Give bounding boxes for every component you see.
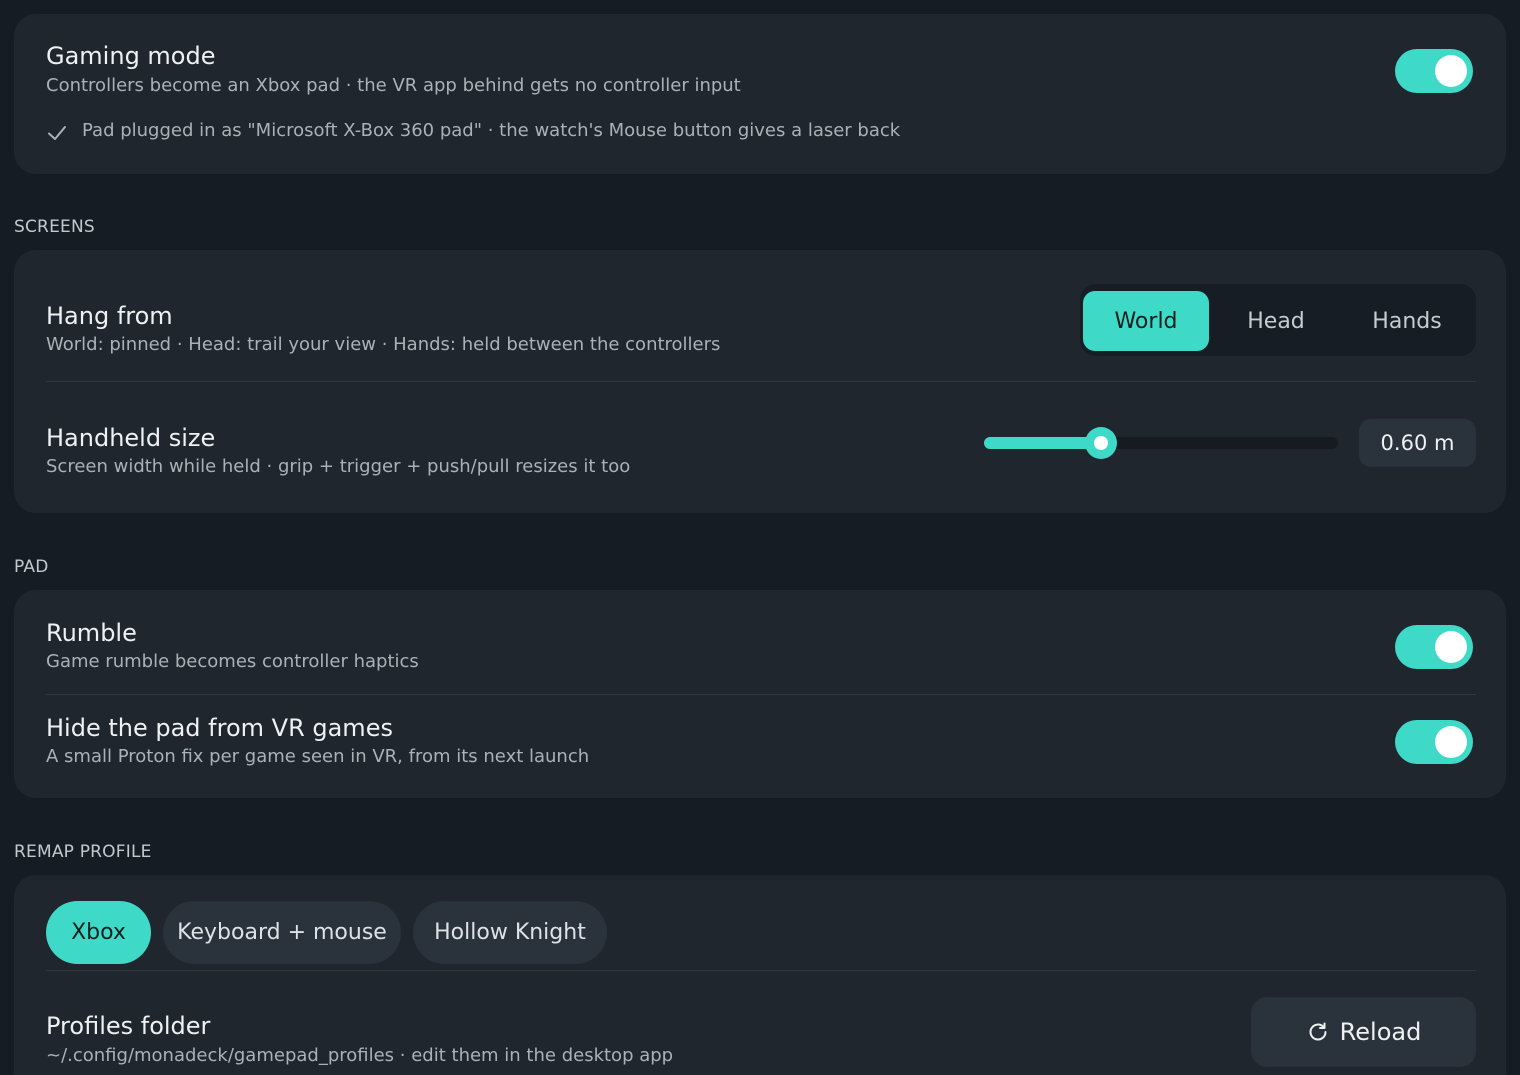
divider <box>46 694 1476 695</box>
remap-profile-card: Xbox Keyboard + mouse Hollow Knight Prof… <box>14 875 1506 1075</box>
gaming-mode-subtitle: Controllers become an Xbox pad · the VR … <box>46 75 741 96</box>
toggle-knob <box>1435 55 1467 87</box>
profile-chip-xbox[interactable]: Xbox <box>46 901 151 964</box>
refresh-icon <box>1309 1022 1327 1041</box>
hang-from-subtitle: World: pinned · Head: trail your view · … <box>46 334 721 355</box>
pad-card: Rumble Game rumble becomes controller ha… <box>14 590 1506 798</box>
profile-chip-hollow-knight[interactable]: Hollow Knight <box>413 901 607 964</box>
hang-from-option-hands[interactable]: Hands <box>1344 291 1470 351</box>
section-label-screens: SCREENS <box>14 217 95 237</box>
rumble-toggle[interactable] <box>1395 625 1473 669</box>
slider-fill <box>984 437 1101 449</box>
gaming-mode-toggle[interactable] <box>1395 49 1473 93</box>
screens-card: Hang from World: pinned · Head: trail yo… <box>14 250 1506 513</box>
check-icon <box>48 126 66 140</box>
reload-button-label: Reload <box>1339 1018 1422 1046</box>
handheld-size-subtitle: Screen width while held · grip + trigger… <box>46 456 631 477</box>
hang-from-option-head[interactable]: Head <box>1213 291 1339 351</box>
profiles-folder-title: Profiles folder <box>46 1012 211 1040</box>
gaming-mode-card: Gaming mode Controllers become an Xbox p… <box>14 14 1506 174</box>
hang-from-title: Hang from <box>46 302 173 330</box>
section-label-remap-profile: REMAP PROFILE <box>14 842 152 862</box>
rumble-subtitle: Game rumble becomes controller haptics <box>46 651 419 672</box>
section-label-pad: PAD <box>14 557 49 577</box>
hide-pad-toggle[interactable] <box>1395 720 1473 764</box>
settings-page: Gaming mode Controllers become an Xbox p… <box>0 0 1520 1075</box>
profiles-folder-path: ~/.config/monadeck/gamepad_profiles · ed… <box>46 1045 674 1066</box>
rumble-title: Rumble <box>46 619 137 647</box>
toggle-knob <box>1435 631 1467 663</box>
profile-chip-keyboard-mouse[interactable]: Keyboard + mouse <box>163 901 401 964</box>
reload-button[interactable]: Reload <box>1251 997 1476 1067</box>
handheld-size-title: Handheld size <box>46 424 216 452</box>
hide-pad-title: Hide the pad from VR games <box>46 714 393 742</box>
gaming-mode-status: Pad plugged in as "Microsoft X-Box 360 p… <box>82 120 901 141</box>
slider-thumb[interactable] <box>1084 427 1117 459</box>
toggle-knob <box>1435 726 1467 758</box>
gaming-mode-title: Gaming mode <box>46 42 216 70</box>
divider <box>46 970 1476 971</box>
hang-from-segmented-control: World Head Hands <box>1080 284 1476 356</box>
divider <box>46 381 1476 382</box>
hide-pad-subtitle: A small Proton fix per game seen in VR, … <box>46 746 590 767</box>
hang-from-option-world[interactable]: World <box>1083 291 1209 351</box>
handheld-size-value: 0.60 m <box>1359 419 1476 467</box>
handheld-size-slider[interactable] <box>984 427 1338 459</box>
